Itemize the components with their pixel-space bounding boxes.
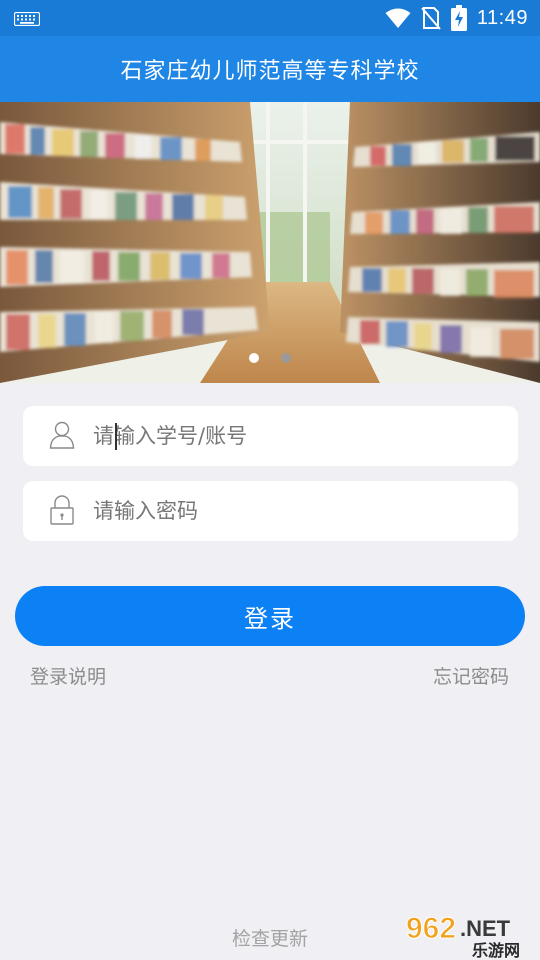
keyboard-icon xyxy=(14,12,40,26)
no-sim-icon xyxy=(421,7,441,30)
app-header: 石家庄幼儿师范高等专科学校 xyxy=(0,36,540,102)
watermark-number: 962 xyxy=(406,912,456,945)
watermark-suffix: .NET xyxy=(460,916,511,941)
banner-carousel[interactable] xyxy=(0,102,540,383)
status-bar: 11:49 xyxy=(0,0,540,36)
login-button[interactable]: 登录 xyxy=(15,586,525,646)
carousel-dot-2[interactable] xyxy=(281,353,291,363)
password-field[interactable] xyxy=(23,481,518,541)
clock: 11:49 xyxy=(476,6,528,29)
carousel-dot-1[interactable] xyxy=(249,353,259,363)
account-field[interactable] xyxy=(23,406,518,466)
forgot-password-link[interactable]: 忘记密码 xyxy=(433,662,509,689)
watermark-name: 乐游网 xyxy=(472,941,520,960)
site-watermark-logo: 962 .NET 乐游网 xyxy=(406,912,521,960)
login-help-link[interactable]: 登录说明 xyxy=(30,662,106,689)
user-icon xyxy=(49,421,75,449)
battery-charging-icon xyxy=(450,5,467,31)
wifi-icon xyxy=(385,8,411,28)
text-cursor xyxy=(115,423,117,450)
page-title: 石家庄幼儿师范高等专科学校 xyxy=(120,59,420,84)
carousel-indicator xyxy=(0,353,540,363)
lock-icon xyxy=(50,495,74,525)
password-input[interactable] xyxy=(93,481,493,541)
banner-image xyxy=(0,102,540,383)
account-input[interactable] xyxy=(93,406,493,466)
